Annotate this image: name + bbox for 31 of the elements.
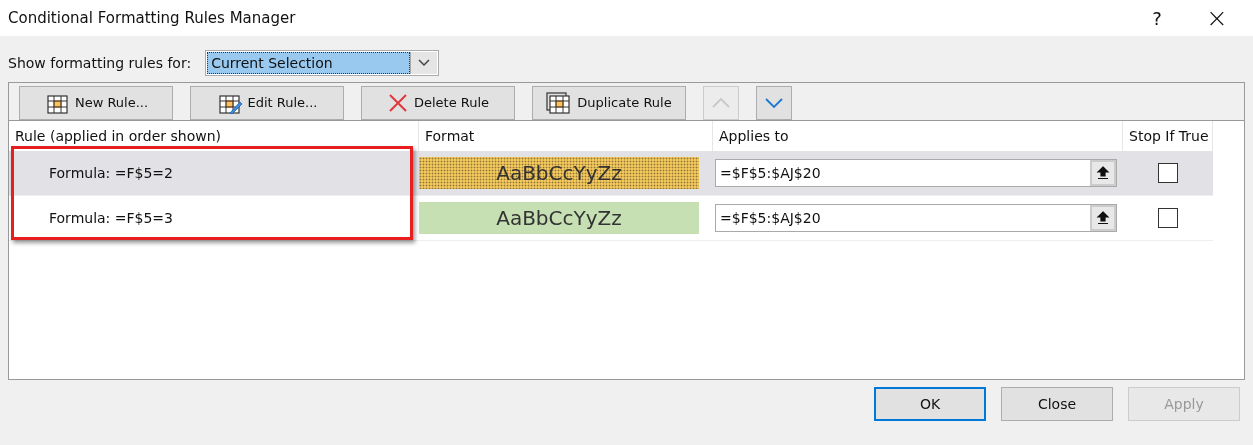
applies-to-field[interactable]: =$F$5:$AJ$20 (715, 159, 1117, 187)
delete-x-icon (386, 91, 409, 114)
arrow-up-icon (1096, 166, 1110, 180)
rule-row[interactable]: Formula: =F$5=3 AaBbCcYyZz =$F$5:$AJ$20 (9, 196, 1213, 241)
chevron-down-icon (764, 96, 784, 109)
rule-formula: Formula: =F$5=2 (48, 165, 174, 181)
dialog-button[interactable]: Close (1001, 387, 1113, 421)
help-button[interactable]: ? (1127, 7, 1187, 29)
stop-if-true-checkbox[interactable] (1158, 163, 1178, 183)
applies-to-field[interactable]: =$F$5:$AJ$20 (715, 204, 1117, 232)
toolbar-button[interactable]: New Rule... (19, 85, 173, 120)
collapse-dialog-button[interactable] (1090, 160, 1116, 186)
grid-icon (546, 91, 573, 114)
dialog-button[interactable]: OK (874, 387, 986, 421)
rule-formula: Formula: =F$5=3 (48, 210, 174, 226)
stop-if-true-checkbox[interactable] (1158, 208, 1178, 228)
move-down-button[interactable] (756, 85, 792, 120)
chevron-down-icon (418, 59, 431, 67)
arrow-up-icon (1096, 211, 1110, 225)
format-preview: AaBbCcYyZz (419, 202, 699, 234)
rule-row[interactable]: Formula: =F$5=2 AaBbCcYyZz =$F$5:$AJ$20 (9, 151, 1213, 196)
toolbar-button[interactable]: Duplicate Rule (532, 85, 686, 120)
collapse-dialog-button[interactable] (1090, 205, 1116, 231)
window-title: Conditional Formatting Rules Manager (8, 9, 297, 27)
show-rules-label: Show formatting rules for: (8, 55, 192, 71)
close-button[interactable]: × (1187, 3, 1247, 33)
toolbar-button[interactable]: Delete Rule (361, 85, 515, 120)
toolbar-button[interactable]: Edit Rule... (190, 85, 344, 120)
chevron-up-icon (711, 96, 731, 109)
scope-dropdown[interactable]: Current Selection (205, 50, 440, 76)
format-preview: AaBbCcYyZz (419, 157, 699, 189)
